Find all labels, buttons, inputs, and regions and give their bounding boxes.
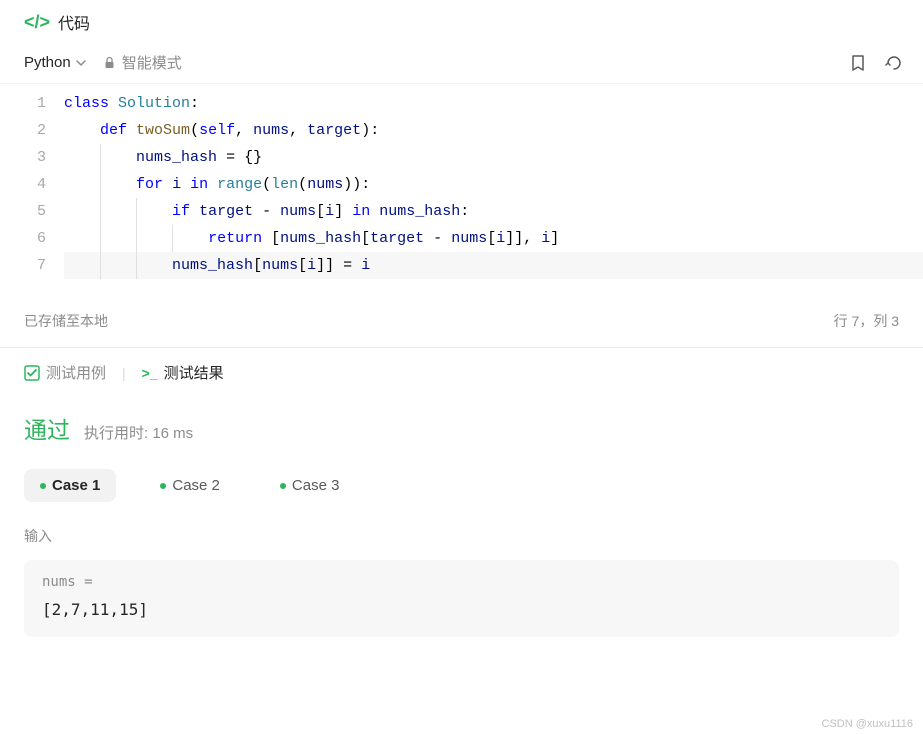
- language-label: Python: [24, 54, 71, 71]
- lock-icon: [103, 56, 116, 69]
- watermark: CSDN @xuxu1116: [822, 718, 913, 730]
- pass-dot-icon: [280, 483, 286, 489]
- pass-dot-icon: [160, 483, 166, 489]
- line-number: 7: [0, 252, 46, 279]
- mode-label: 智能模式: [122, 52, 182, 73]
- case-tab-1[interactable]: Case 1: [24, 469, 116, 502]
- save-status: 已存储至本地: [24, 311, 108, 331]
- reset-icon[interactable]: [885, 54, 903, 72]
- code-line: if target - nums[i] in nums_hash:: [64, 198, 923, 225]
- code-line: nums_hash[nums[i]] = i: [64, 252, 923, 279]
- cursor-position: 行 7，列 3: [834, 311, 899, 331]
- input-var-name: nums =: [42, 574, 881, 590]
- bookmark-icon[interactable]: [849, 54, 867, 72]
- line-number: 6: [0, 225, 46, 252]
- input-var-value: [2,7,11,15]: [42, 600, 881, 619]
- line-number: 3: [0, 144, 46, 171]
- verdict-status: 通过: [24, 411, 70, 445]
- code-line: class Solution:: [64, 90, 923, 117]
- tab-test-cases[interactable]: 测试用例: [24, 362, 106, 383]
- input-box: nums = [2,7,11,15]: [24, 560, 899, 637]
- case-label: Case 1: [52, 477, 100, 494]
- tab-label: 测试结果: [164, 362, 224, 383]
- tab-separator: |: [122, 365, 126, 381]
- pass-dot-icon: [40, 483, 46, 489]
- tab-test-results[interactable]: >_ 测试结果: [142, 362, 224, 383]
- code-content[interactable]: class Solution: def twoSum(self, nums, t…: [64, 90, 923, 279]
- input-label: 输入: [24, 526, 899, 546]
- line-gutter: 1 2 3 4 5 6 7: [0, 90, 64, 279]
- runtime-text: 执行用时: 16 ms: [84, 422, 193, 443]
- prompt-icon: >_: [142, 365, 158, 381]
- case-tab-3[interactable]: Case 3: [264, 469, 356, 502]
- code-icon: </>: [24, 12, 50, 33]
- line-number: 1: [0, 90, 46, 117]
- mode-indicator: 智能模式: [103, 52, 182, 73]
- case-tab-2[interactable]: Case 2: [144, 469, 236, 502]
- header-title: 代码: [58, 10, 90, 34]
- line-number: 2: [0, 117, 46, 144]
- code-line: return [nums_hash[target - nums[i]], i]: [64, 225, 923, 252]
- case-label: Case 2: [172, 477, 220, 494]
- code-line: for i in range(len(nums)):: [64, 171, 923, 198]
- case-label: Case 3: [292, 477, 340, 494]
- code-line: def twoSum(self, nums, target):: [64, 117, 923, 144]
- line-number: 4: [0, 171, 46, 198]
- code-line: nums_hash = {}: [64, 144, 923, 171]
- check-icon: [24, 365, 40, 381]
- language-selector[interactable]: Python: [24, 54, 87, 71]
- tab-label: 测试用例: [46, 362, 106, 383]
- line-number: 5: [0, 198, 46, 225]
- code-editor[interactable]: 1 2 3 4 5 6 7 class Solution: def twoSum…: [0, 84, 923, 289]
- chevron-down-icon: [75, 57, 87, 69]
